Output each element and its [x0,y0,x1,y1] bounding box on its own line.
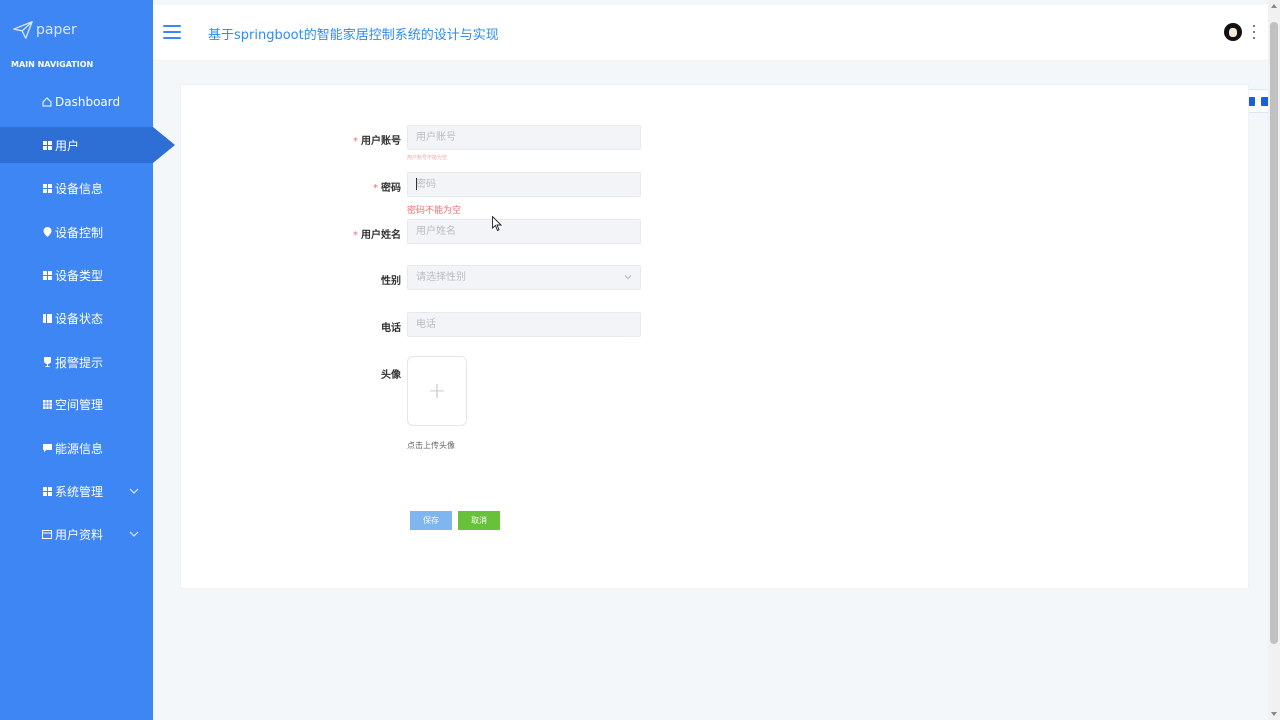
chat-icon [42,443,52,453]
form-card [180,84,1249,589]
chevron-down-icon [129,531,139,537]
password-input[interactable] [407,172,641,197]
sidebar-item-label: 空间管理 [55,397,104,412]
account-hint: 用户账号不能为空 [407,155,448,161]
sidebar-item-label: 能源信息 [55,441,104,456]
grid-icon [42,270,52,280]
home-icon [42,97,52,107]
sidebar-item-device-info[interactable]: 设备信息 [0,170,153,206]
password-error: 密码不能为空 [407,206,462,216]
phone-input[interactable] [407,312,641,337]
sidebar-item-dashboard[interactable]: Dashboard [0,84,153,120]
location-pin-icon [42,227,52,237]
logo-text: paper [36,22,77,38]
gender-label: 性别 [381,276,401,287]
sidebar-item-profile[interactable]: 用户资料 [0,516,153,552]
scrollbar-track[interactable] [1268,0,1280,720]
sidebar-item-label: 设备类型 [55,268,104,283]
cancel-button[interactable]: 取消 [458,511,500,530]
upload-tip: 点击上传头像 [407,441,455,450]
sidebar-item-label: Dashboard [55,95,121,109]
sidebar-item-device-status[interactable]: 设备状态 [0,300,153,336]
nav-heading: MAIN NAVIGATION [11,60,94,69]
sidebar-item-label: 设备状态 [55,311,104,326]
avatar-label: 头像 [381,370,401,381]
sidebar-item-label: 报警提示 [55,355,104,370]
name-label: * 用户姓名 [353,230,401,241]
scrollbar-thumb[interactable] [1270,22,1278,644]
chevron-down-icon [129,488,139,494]
text-caret [416,178,417,190]
scroll-down-icon[interactable] [1271,712,1277,716]
name-input[interactable] [407,219,641,244]
plus-icon: + [427,378,447,404]
trophy-icon [42,357,52,367]
sidebar-item-space[interactable]: 空间管理 [0,386,153,422]
gender-select[interactable] [407,265,641,290]
grid-icon [42,183,52,193]
sidebar-item-label: 用户 [55,138,80,153]
table-icon [42,399,52,409]
book-icon [42,313,52,323]
sidebar-item-device-control[interactable]: 设备控制 [0,214,153,250]
grid-icon [42,486,52,496]
sidebar-item-energy[interactable]: 能源信息 [0,430,153,466]
sidebar-item-user[interactable]: 用户 [0,127,175,163]
mouse-cursor-icon [492,216,502,232]
grid-icon [42,140,52,150]
account-input[interactable] [407,125,641,150]
site-title: 基于springboot的智能家居控制系统的设计与实现 [208,28,499,43]
more-options-icon[interactable] [1252,25,1256,39]
menu-toggle-icon[interactable] [163,25,181,39]
top-header: 基于springboot的智能家居控制系统的设计与实现 [153,5,1268,61]
sidebar-item-alarm[interactable]: 报警提示 [0,344,153,380]
sidebar-item-label: 用户资料 [55,527,104,542]
sidebar-item-system[interactable]: 系统管理 [0,473,153,509]
sidebar-item-label: 设备信息 [55,181,104,196]
logo[interactable]: paper [12,18,77,42]
phone-label: 电话 [381,323,401,334]
chevron-down-icon [624,275,632,280]
paper-plane-icon [13,21,33,39]
sidebar: paper MAIN NAVIGATION Dashboard 用户 设备信息 … [0,0,175,720]
sidebar-item-label: 系统管理 [55,484,104,499]
calendar-icon [42,529,52,539]
sidebar-item-device-type[interactable]: 设备类型 [0,257,153,293]
sidebar-item-label: 设备控制 [55,225,104,240]
avatar-upload[interactable]: + [407,356,467,426]
account-label: * 用户账号 [353,136,401,147]
password-label: * 密码 [373,183,401,194]
save-button[interactable]: 保存 [410,511,452,530]
scroll-up-icon[interactable] [1271,4,1277,8]
user-avatar[interactable] [1224,23,1242,41]
